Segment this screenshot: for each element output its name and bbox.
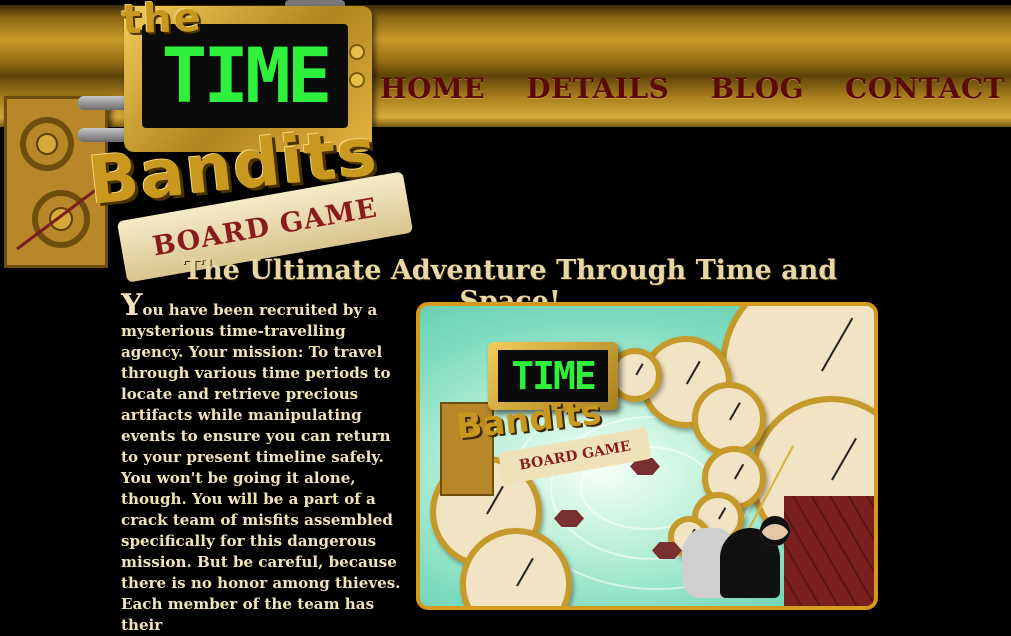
intro-paragraph: You have been recruited by a mysterious … [121, 291, 403, 636]
logo-knob [349, 72, 365, 88]
logo-time-text: TIME [161, 31, 332, 120]
nav-blog-link[interactable]: BLOG [710, 72, 804, 105]
intro-dropcap: Y [121, 288, 143, 323]
clock-icon [692, 382, 766, 456]
mini-time-text: TIME [511, 354, 597, 398]
thief-head [760, 516, 790, 546]
logo-the-text: the [121, 0, 204, 44]
mini-board-game-text: BOARD GAME [518, 438, 632, 474]
feature-illustration: TIME Bandits BOARD GAME [416, 302, 878, 610]
nav-contact-link[interactable]: CONTACT [845, 72, 1005, 105]
logo-knob [349, 44, 365, 60]
illustration-logo: TIME Bandits BOARD GAME [440, 332, 652, 496]
main-nav: HOME DETAILS BLOG CONTACT [380, 72, 1005, 105]
brick-wall [784, 496, 874, 606]
nav-details-link[interactable]: DETAILS [526, 72, 669, 105]
intro-text: ou have been recruited by a mysterious t… [121, 301, 401, 634]
site-logo[interactable]: TIME the Bandits BOARD GAME [0, 0, 420, 283]
